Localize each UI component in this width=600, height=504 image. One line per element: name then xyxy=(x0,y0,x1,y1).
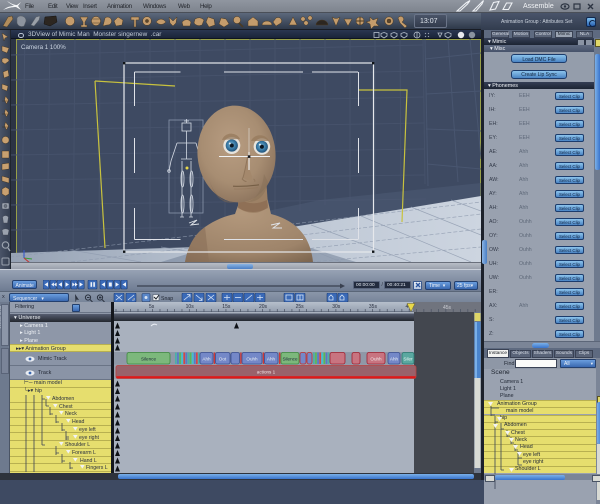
svg-text:Ahh: Ahh xyxy=(202,357,211,362)
svg-text:45s: 45s xyxy=(443,305,452,311)
svg-text:Ouhh: Ouhh xyxy=(370,357,382,362)
svg-text:Camera 1 100%: Camera 1 100% xyxy=(21,44,66,51)
svg-text:Silence: Silence xyxy=(282,357,298,362)
svg-text:Ouhh: Ouhh xyxy=(246,357,258,362)
svg-text:Siler: Siler xyxy=(403,357,413,362)
svg-text:Oot: Oot xyxy=(219,357,227,362)
svg-text:actions 1: actions 1 xyxy=(257,370,276,375)
svg-text:Silence: Silence xyxy=(141,357,157,362)
svg-text:Ahh: Ahh xyxy=(267,357,276,362)
svg-text:Ahh: Ahh xyxy=(390,357,399,362)
